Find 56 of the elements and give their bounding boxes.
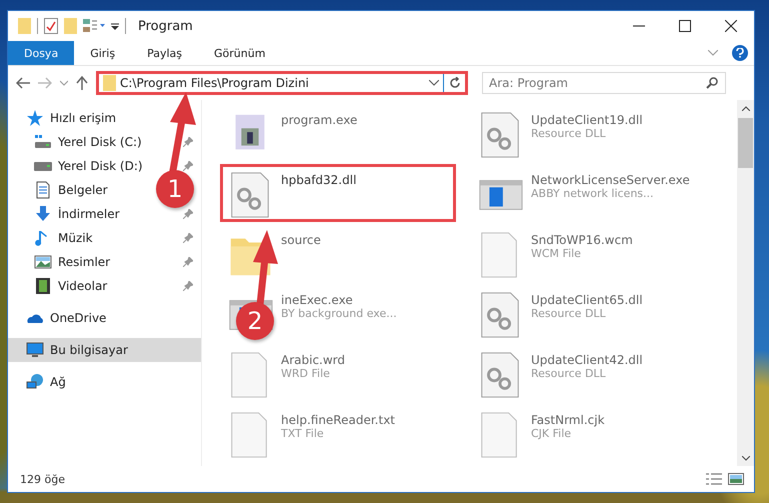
ribbon-tab[interactable]: Görünüm — [198, 41, 282, 65]
scroll-down-icon[interactable] — [742, 456, 750, 460]
file-item[interactable]: SndToWP16.wcm WCM File — [470, 224, 706, 282]
window-title: Program — [138, 18, 193, 34]
item-count: 129 öğe — [20, 472, 65, 486]
sidebar-item[interactable]: Yerel Disk (C:) — [8, 130, 201, 154]
scroll-thumb[interactable] — [738, 118, 753, 168]
sidebar-item[interactable]: Müzik — [8, 226, 201, 250]
dropdown-icon[interactable] — [429, 80, 439, 86]
sidebar-item[interactable]: Ağ — [8, 370, 201, 394]
ribbon-tab[interactable]: Paylaş — [131, 41, 198, 65]
file-item[interactable]: help.fineReader.txt TXT File — [220, 404, 456, 462]
expand-ribbon-icon[interactable] — [708, 50, 718, 56]
up-button[interactable] — [76, 76, 88, 90]
sidebar-item[interactable]: Videolar — [8, 274, 201, 298]
scroll-up-icon[interactable] — [742, 106, 750, 110]
file-item[interactable]: FastNrml.cjk CJK File — [470, 404, 706, 462]
maximize-icon — [679, 20, 691, 32]
file-item[interactable]: NetworkLicenseServer.exe ABBY network licens... — [470, 164, 706, 222]
drive-c-icon — [34, 133, 52, 151]
network-icon — [26, 373, 44, 391]
computer-icon — [26, 341, 44, 359]
question-mark-icon — [736, 48, 744, 58]
file-item[interactable]: Arabic.wrd WRD File — [220, 344, 456, 402]
customize-icon[interactable] — [111, 21, 119, 31]
search-field[interactable]: Ara: Program — [482, 72, 726, 94]
sidebar-item[interactable]: Bu bilgisayar — [8, 338, 201, 362]
videos-icon — [34, 277, 52, 295]
file-item[interactable]: hpbafd32.dll — [220, 164, 456, 222]
close-icon — [725, 20, 737, 32]
download-icon — [34, 205, 52, 223]
recent-locations-button[interactable] — [60, 80, 68, 86]
sidebar-item[interactable]: OneDrive — [8, 306, 201, 330]
file-item[interactable]: UpdateClient65.dll Resource DLL — [470, 284, 706, 342]
star-icon — [26, 109, 44, 127]
back-button[interactable] — [16, 77, 30, 89]
scrollbar[interactable] — [737, 100, 754, 466]
properties-icon[interactable] — [44, 18, 58, 34]
minimize-icon — [633, 25, 645, 27]
ribbon-tab[interactable]: Dosya — [8, 41, 74, 65]
details-view-icon[interactable] — [706, 473, 722, 485]
document-icon — [34, 181, 52, 199]
view-options-icon[interactable] — [83, 18, 105, 34]
large-icons-view-icon[interactable] — [728, 473, 744, 485]
pictures-icon — [34, 253, 52, 271]
folder-icon — [103, 75, 116, 91]
file-item[interactable]: UpdateClient19.dll Resource DLL — [470, 104, 706, 162]
sidebar-item[interactable]: Resimler — [8, 250, 201, 274]
ribbon-tab[interactable]: Giriş — [74, 41, 132, 65]
file-item[interactable]: program.exe — [220, 104, 456, 162]
file-item[interactable]: UpdateClient42.dll Resource DLL — [470, 344, 706, 402]
help-button[interactable] — [732, 45, 748, 61]
address-bar[interactable]: C:\Program Files\Program Dizini — [96, 71, 468, 95]
search-icon[interactable] — [706, 77, 718, 89]
refresh-icon — [448, 77, 460, 89]
sidebar-item[interactable]: Hızlı erişim — [8, 106, 201, 130]
